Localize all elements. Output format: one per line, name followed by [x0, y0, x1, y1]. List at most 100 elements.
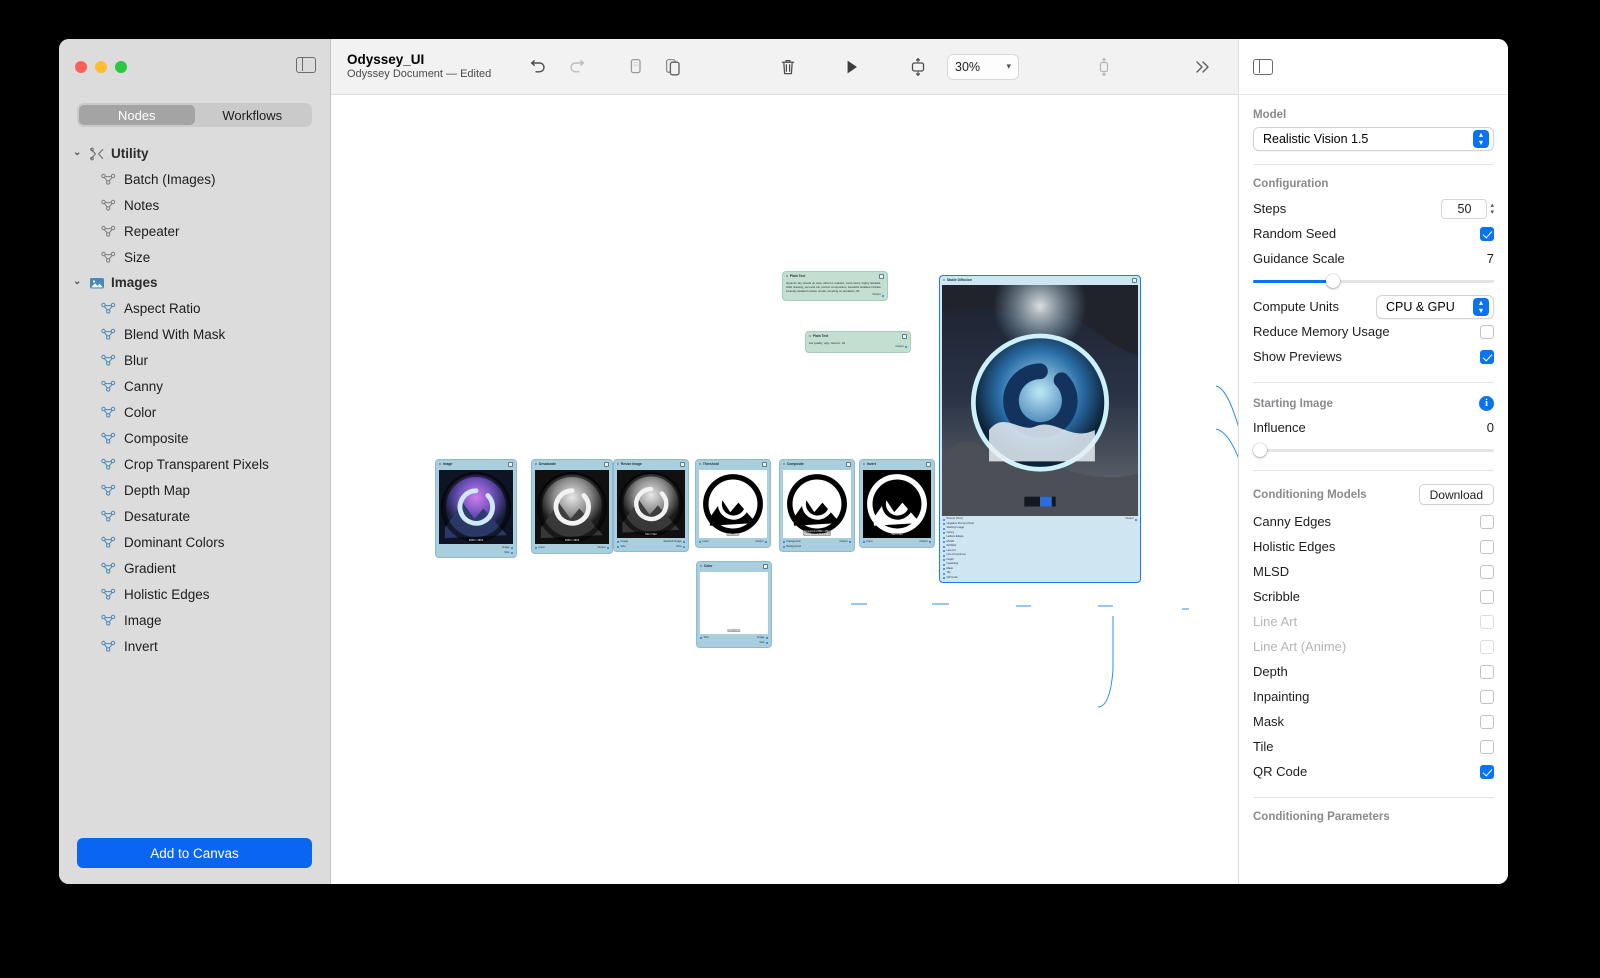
node-item-image[interactable]: Image	[59, 607, 330, 633]
group-header-utility[interactable]: ⌄ Utility	[59, 141, 330, 166]
conditioning-model-checkbox[interactable]	[1480, 615, 1494, 629]
node-input-port[interactable]: Input	[863, 540, 872, 545]
node-header[interactable]: ⌗ Resize Image	[614, 460, 688, 468]
node-header[interactable]: ⌗ Composite	[780, 460, 854, 468]
canvas-node-invert[interactable]: ⌗ Invert 512 x 512 Input Output	[859, 459, 935, 548]
node-collapse-icon[interactable]	[680, 462, 685, 467]
node-output-port[interactable]: Output	[872, 293, 884, 298]
node-output-port[interactable]: Output	[597, 546, 609, 551]
center-canvas-button[interactable]	[1085, 51, 1123, 83]
node-output-port[interactable]: Output	[1125, 517, 1137, 522]
node-collapse-icon[interactable]	[926, 462, 931, 467]
node-item-aspect-ratio[interactable]: Aspect Ratio	[59, 295, 330, 321]
random-seed-checkbox[interactable]	[1480, 227, 1494, 241]
canvas-node-plain-text-positive[interactable]: ⌗ Plain Text dynamic sky clouds up view,…	[782, 271, 888, 301]
steps-value[interactable]: 50	[1441, 199, 1487, 219]
download-button[interactable]: Download	[1419, 484, 1494, 505]
node-item-blend-with-mask[interactable]: Blend With Mask	[59, 321, 330, 347]
node-item-crop-transparent-pixels[interactable]: Crop Transparent Pixels	[59, 451, 330, 477]
node-output-port[interactable]: Size	[759, 641, 768, 646]
node-output-port[interactable]: Output	[895, 345, 907, 350]
node-item-desaturate[interactable]: Desaturate	[59, 503, 330, 529]
node-collapse-icon[interactable]	[879, 274, 884, 279]
node-input-port[interactable]: Size	[700, 636, 709, 641]
node-collapse-icon[interactable]	[604, 462, 609, 467]
conditioning-model-checkbox[interactable]	[1480, 765, 1494, 779]
canvas-node-color[interactable]: ⌗ Color 512 x 512 Size Image Size	[696, 561, 772, 648]
redo-button[interactable]	[557, 51, 595, 83]
node-item-canny[interactable]: Canny	[59, 373, 330, 399]
node-collapse-icon[interactable]	[846, 462, 851, 467]
node-collapse-icon[interactable]	[1132, 278, 1137, 283]
conditioning-model-checkbox[interactable]	[1480, 540, 1494, 554]
canvas-node-plain-text-negative[interactable]: ⌗ Plain Text low quality, ugly, cartoon,…	[805, 331, 911, 353]
conditioning-model-checkbox[interactable]	[1480, 665, 1494, 679]
node-input-port[interactable]: Input	[699, 540, 708, 545]
canvas-node-desaturate[interactable]: ⌗ Desaturate 1600 x 1604 Input Output	[531, 459, 613, 554]
close-button[interactable]	[75, 61, 87, 73]
minimize-button[interactable]	[95, 61, 107, 73]
node-output-port[interactable]: Output	[919, 540, 931, 545]
tab-nodes[interactable]: Nodes	[79, 105, 195, 125]
duplicate-button[interactable]	[655, 51, 693, 83]
node-input-port[interactable]: Input	[535, 546, 544, 551]
node-output-port[interactable]: Output	[755, 540, 767, 545]
conditioning-model-checkbox[interactable]	[1480, 715, 1494, 729]
zoom-button[interactable]	[115, 61, 127, 73]
inspector-toggle-icon[interactable]	[1253, 59, 1273, 75]
influence-slider[interactable]	[1253, 443, 1494, 457]
node-collapse-icon[interactable]	[508, 462, 513, 467]
stepper-arrows-icon[interactable]: ▴▾	[1490, 202, 1494, 216]
node-input-port[interactable]: Background	[783, 545, 801, 550]
node-header[interactable]: ⌗ Threshold	[696, 460, 770, 468]
node-library-list[interactable]: ⌄ Utility Batch (Images)	[59, 137, 330, 884]
node-item-gradient[interactable]: Gradient	[59, 555, 330, 581]
node-header[interactable]: ⌗ Image	[436, 460, 516, 468]
compute-units-select[interactable]: CPU & GPU ▴▾	[1376, 295, 1494, 319]
node-item-blur[interactable]: Blur	[59, 347, 330, 373]
canvas-node-threshold[interactable]: ⌗ Threshold 512 x 512 Input Output	[695, 459, 771, 548]
steps-stepper[interactable]: 50 ▴▾	[1441, 199, 1494, 219]
node-header[interactable]: ⌗ Desaturate	[532, 460, 612, 468]
conditioning-model-checkbox[interactable]	[1480, 590, 1494, 604]
conditioning-model-checkbox[interactable]	[1480, 565, 1494, 579]
conditioning-model-checkbox[interactable]	[1480, 690, 1494, 704]
node-header[interactable]: ⌗ Stable Diffusion	[940, 276, 1140, 284]
more-options-button[interactable]	[1184, 51, 1222, 83]
sidebar-toggle-icon[interactable]	[296, 57, 316, 73]
node-header[interactable]: ⌗ Plain Text	[783, 272, 887, 280]
run-button[interactable]	[833, 51, 871, 83]
zoom-level-select[interactable]: 30% ▾	[947, 54, 1019, 80]
node-item-composite[interactable]: Composite	[59, 425, 330, 451]
node-input-port[interactable]: QR Code	[943, 576, 958, 581]
copy-button[interactable]	[617, 51, 655, 83]
canvas-node-resize-image[interactable]: ⌗ Resize Image 512 x 512 Image Resized I…	[613, 459, 689, 552]
node-item-dominant-colors[interactable]: Dominant Colors	[59, 529, 330, 555]
node-input-port[interactable]: Size	[617, 545, 626, 550]
slider-knob[interactable]	[1253, 443, 1267, 457]
node-item-color[interactable]: Color	[59, 399, 330, 425]
delete-button[interactable]	[769, 51, 807, 83]
canvas-node-composite[interactable]: ⌗ Composite Foreground 893 x 893Backgrou…	[779, 459, 855, 552]
info-icon[interactable]: i	[1479, 396, 1494, 411]
conditioning-model-checkbox[interactable]	[1480, 740, 1494, 754]
show-previews-checkbox[interactable]	[1480, 350, 1494, 364]
node-item-invert[interactable]: Invert	[59, 633, 330, 659]
node-collapse-icon[interactable]	[902, 334, 907, 339]
node-item-depth-map[interactable]: Depth Map	[59, 477, 330, 503]
group-header-images[interactable]: ⌄ Images	[59, 270, 330, 295]
conditioning-model-checkbox[interactable]	[1480, 515, 1494, 529]
node-item-batch-images[interactable]: Batch (Images)	[59, 166, 330, 192]
node-item-notes[interactable]: Notes	[59, 192, 330, 218]
node-header[interactable]: ⌗ Plain Text	[806, 332, 910, 340]
node-canvas[interactable]: ⌗ Plain Text dynamic sky clouds up view,…	[331, 95, 1238, 884]
model-select[interactable]: Realistic Vision 1.5 ▴▾	[1253, 127, 1494, 151]
node-output-port[interactable]: Output	[839, 540, 851, 545]
node-item-holistic-edges[interactable]: Holistic Edges	[59, 581, 330, 607]
canvas-node-image[interactable]: ⌗ Image 1600 x 1604 Image Size	[435, 459, 517, 558]
node-header[interactable]: ⌗ Invert	[860, 460, 934, 468]
node-item-repeater[interactable]: Repeater	[59, 218, 330, 244]
node-output-port[interactable]: Size	[504, 551, 513, 556]
slider-knob[interactable]	[1326, 274, 1340, 288]
node-header[interactable]: ⌗ Color	[697, 562, 771, 570]
